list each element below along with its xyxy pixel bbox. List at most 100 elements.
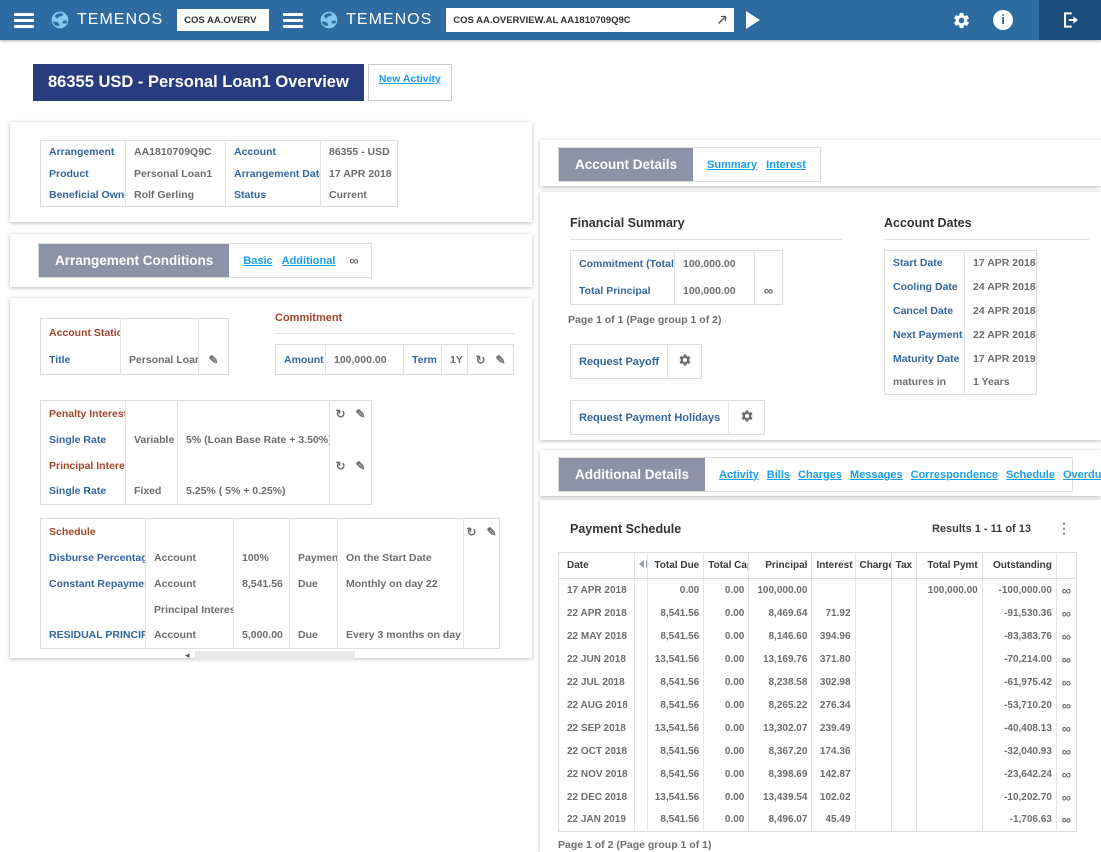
pagination-text: Page 1 of 2 (Page group 1 of 1) — [558, 839, 711, 851]
horizontal-scrollbar[interactable]: ◂ — [185, 650, 355, 661]
field-value[interactable]: Rolf Gerling — [126, 185, 226, 207]
view-details-icon[interactable]: ∞ — [1062, 767, 1071, 782]
field-value[interactable]: Current — [321, 185, 398, 207]
refresh-icon[interactable]: ↻ — [335, 459, 345, 473]
cell-tax — [891, 786, 916, 809]
view-details-icon[interactable]: ∞ — [1062, 583, 1071, 598]
cell-date: 22 NOV 2018 — [559, 763, 635, 786]
column-header[interactable]: Tax — [891, 553, 916, 579]
column-header[interactable]: Outstanding — [982, 553, 1056, 579]
column-header[interactable]: Total Pymt — [916, 553, 982, 579]
cell-tax — [891, 648, 916, 671]
table-row: Account Static — [41, 319, 229, 347]
tab-link[interactable]: Bills — [767, 469, 790, 481]
temenos-logo-2: TEMENOS — [319, 10, 432, 30]
column-header[interactable]: Principal — [749, 553, 812, 579]
command-input-small[interactable] — [177, 9, 269, 31]
field-value[interactable]: 86355 - USD — [321, 141, 398, 163]
section-title: Account Static — [41, 319, 121, 347]
request-payoff-label[interactable]: Request Payoff — [579, 356, 659, 368]
cell-total-pymt — [916, 763, 982, 786]
request-payment-holidays-label[interactable]: Request Payment Holidays — [579, 412, 720, 424]
column-header[interactable]: Interest — [812, 553, 855, 579]
sort-icon[interactable] — [639, 560, 648, 568]
payment-schedule-title: Payment Schedule — [570, 522, 681, 536]
tab-link[interactable]: Schedule — [1006, 469, 1055, 481]
view-details-icon[interactable]: ∞ — [1062, 812, 1071, 827]
view-details-icon[interactable]: ∞ — [1062, 652, 1071, 667]
view-details-icon[interactable]: ∞ — [1062, 629, 1071, 644]
column-header[interactable]: Charge — [855, 553, 891, 579]
tab-link[interactable]: Correspondence — [911, 469, 998, 481]
cell-principal: 8,146.60 — [749, 625, 812, 648]
column-header[interactable]: Total Cap — [704, 553, 749, 579]
field-value: Account — [146, 623, 234, 649]
more-options-icon[interactable]: ⋮ — [1057, 520, 1071, 537]
cell-interest: 394.96 — [812, 625, 855, 648]
edit-icon[interactable]: ✎ — [356, 459, 366, 473]
field-value: 1 Years — [965, 371, 1037, 395]
refresh-icon[interactable]: ↻ — [475, 353, 485, 367]
payment-schedule-card: Payment Schedule Results 1 - 11 of 13 ⋮ … — [540, 500, 1101, 852]
cell-date: 22 APR 2018 — [559, 602, 635, 625]
view-details-icon[interactable]: ∞ — [1062, 721, 1071, 736]
gear-icon[interactable] — [678, 353, 692, 367]
view-details-icon[interactable]: ∞ — [1062, 675, 1071, 690]
column-header[interactable]: Total Due — [648, 553, 704, 579]
logout-button[interactable] — [1039, 0, 1101, 40]
edit-icon[interactable]: ✎ — [208, 353, 218, 367]
refresh-icon[interactable]: ↻ — [466, 525, 476, 539]
view-details-icon[interactable]: ∞ — [1062, 606, 1071, 621]
tab-link[interactable]: Overdue — [1063, 469, 1101, 481]
request-payment-holidays-button[interactable]: Request Payment Holidays — [570, 400, 765, 435]
edit-icon[interactable]: ✎ — [356, 407, 366, 421]
cell-principal: 13,169.76 — [749, 648, 812, 671]
tab-link[interactable]: Activity — [719, 469, 759, 481]
field-value[interactable]: AA1810709Q9C — [126, 141, 226, 163]
scrollbar-track[interactable] — [195, 651, 355, 660]
tab-link[interactable]: Basic — [243, 255, 272, 267]
cell-principal: 8,398.69 — [749, 763, 812, 786]
launch-icon[interactable] — [715, 13, 729, 27]
top-toolbar: TEMENOS TEMENOS i — [0, 0, 1101, 40]
view-details-icon[interactable]: ∞ — [1062, 790, 1071, 805]
field-value: Due — [290, 623, 338, 649]
table-row: Constant Repayment Account 8,541.56 Due … — [41, 571, 500, 597]
edit-icon[interactable]: ✎ — [487, 525, 497, 539]
field-value[interactable]: 17 APR 2018 — [321, 163, 398, 185]
request-payoff-button[interactable]: Request Payoff — [570, 344, 702, 379]
view-details-icon[interactable]: ∞ — [1062, 698, 1071, 713]
table-row: Single Rate Variable 5% (Loan Base Rate … — [41, 427, 372, 453]
tab-link[interactable]: Messages — [850, 469, 903, 481]
tab-link[interactable]: Summary — [707, 159, 757, 171]
view-details-icon[interactable]: ∞ — [349, 253, 358, 268]
section-title: Schedule — [41, 519, 146, 545]
field-value[interactable]: Personal Loan1 — [126, 163, 226, 185]
table-row: 17 APR 2018 0.00 0.00 100,000.00 100,000… — [559, 579, 1077, 602]
column-header[interactable]: Date — [559, 553, 635, 579]
menu-icon[interactable] — [14, 13, 34, 28]
field-label: Single Rate — [41, 479, 126, 505]
menu-icon-2[interactable] — [283, 13, 303, 28]
cell-principal: 13,302.07 — [749, 717, 812, 740]
tab-link[interactable]: Additional — [282, 255, 336, 267]
tab-link[interactable]: Interest — [766, 159, 806, 171]
field-label: Status — [226, 185, 321, 207]
scroll-left-icon[interactable]: ◂ — [185, 650, 190, 661]
refresh-icon[interactable]: ↻ — [335, 407, 345, 421]
cell-principal: 8,496.07 — [749, 809, 812, 832]
arrangement-conditions-card: Arrangement Conditions BasicAdditional ∞ — [10, 234, 532, 287]
new-activity-link[interactable]: New Activity — [368, 64, 452, 101]
table-row: Request Payment Holidays — [571, 401, 765, 435]
settings-icon[interactable] — [952, 11, 971, 30]
cell-date: 22 MAY 2018 — [559, 625, 635, 648]
tab-link[interactable]: Charges — [798, 469, 842, 481]
cell-tax — [891, 694, 916, 717]
view-details-icon[interactable]: ∞ — [1062, 744, 1071, 759]
view-details-icon[interactable]: ∞ — [764, 283, 773, 298]
run-button[interactable] — [746, 11, 760, 29]
info-icon[interactable]: i — [993, 10, 1013, 30]
gear-icon[interactable] — [740, 409, 754, 423]
edit-icon[interactable]: ✎ — [496, 353, 506, 367]
command-input-main[interactable] — [446, 8, 734, 32]
